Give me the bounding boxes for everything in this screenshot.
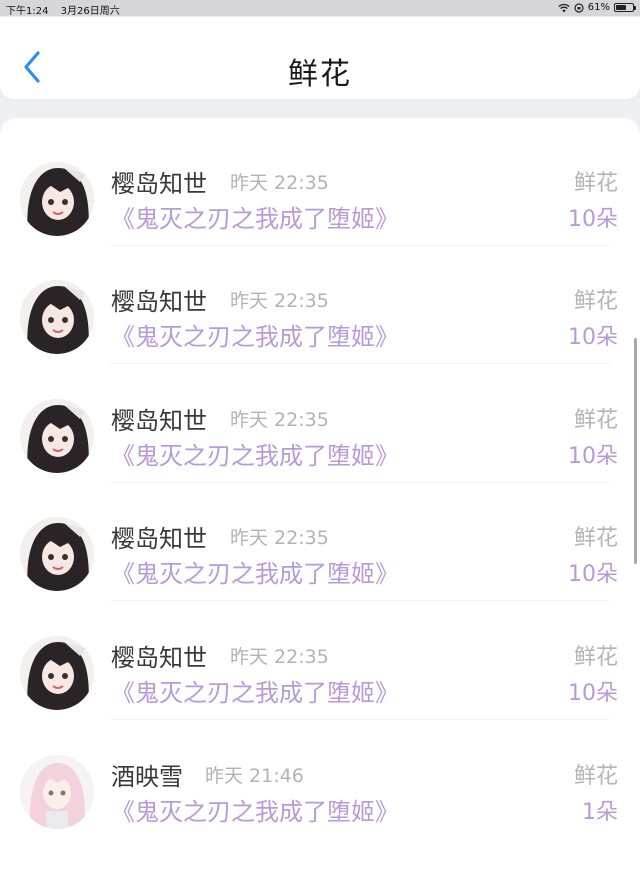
user-name: 樱岛知世: [111, 288, 207, 316]
user-name: 樱岛知世: [111, 525, 207, 553]
gift-count: 10朵: [568, 681, 618, 706]
list-item[interactable]: 樱岛知世 昨天 22:35 《鬼灭之刃之我成了堕姬》 鲜花 10朵: [0, 483, 640, 601]
divider: [110, 600, 610, 601]
list-item[interactable]: 樱岛知世 昨天 22:35 《鬼灭之刃之我成了堕姬》 鲜花 10朵: [0, 365, 640, 483]
timestamp: 昨天 22:35: [230, 527, 329, 549]
book-title: 《鬼灭之刃之我成了堕姬》: [111, 798, 399, 826]
gift-count: 1朵: [582, 800, 618, 825]
divider: [110, 719, 610, 720]
list-item[interactable]: 樱岛知世 昨天 22:35 《鬼灭之刃之我成了堕姬》 鲜花 10朵: [0, 128, 640, 246]
gift-type: 鲜花: [573, 408, 618, 433]
timestamp: 昨天 21:46: [205, 765, 304, 787]
orientation-lock-icon: [574, 2, 584, 13]
battery-icon: [614, 3, 636, 12]
book-title: 《鬼灭之刃之我成了堕姬》: [111, 679, 399, 707]
book-title: 《鬼灭之刃之我成了堕姬》: [111, 205, 399, 233]
avatar: [20, 636, 94, 710]
list-item[interactable]: 樱岛知世 昨天 22:35 《鬼灭之刃之我成了堕姬》 鲜花 10朵: [0, 602, 640, 720]
avatar: [20, 399, 94, 473]
divider: [110, 363, 610, 364]
status-date: 3月26日周六: [60, 6, 120, 17]
timestamp: 昨天 22:35: [230, 646, 329, 668]
timestamp: 昨天 22:35: [230, 290, 329, 312]
book-title: 《鬼灭之刃之我成了堕姬》: [111, 442, 399, 470]
list-item[interactable]: 樱岛知世 昨天 22:35 《鬼灭之刃之我成了堕姬》 鲜花 10朵: [0, 246, 640, 364]
avatar: [20, 755, 94, 829]
user-name: 樱岛知世: [111, 407, 207, 435]
gift-count: 10朵: [568, 325, 618, 350]
gift-type: 鲜花: [573, 764, 618, 789]
status-time: 下午1:24: [6, 6, 49, 17]
navigation-bar: 鲜花: [0, 17, 640, 99]
avatar: [20, 517, 94, 591]
scrollbar[interactable]: [634, 338, 637, 564]
book-title: 《鬼灭之刃之我成了堕姬》: [111, 560, 399, 588]
list-item[interactable]: 酒映雪 昨天 21:46 《鬼灭之刃之我成了堕姬》 鲜花 1朵: [0, 721, 640, 839]
gift-count: 10朵: [568, 444, 618, 469]
timestamp: 昨天 22:35: [230, 172, 329, 194]
wifi-icon: [558, 3, 570, 12]
user-name: 酒映雪: [111, 763, 183, 791]
gift-type: 鲜花: [573, 171, 618, 196]
page-title: 鲜花: [288, 57, 352, 92]
gift-type: 鲜花: [573, 645, 618, 670]
timestamp: 昨天 22:35: [230, 409, 329, 431]
user-name: 樱岛知世: [111, 644, 207, 672]
avatar: [20, 280, 94, 354]
avatar: [20, 162, 94, 236]
gift-count: 10朵: [568, 562, 618, 587]
gift-count: 10朵: [568, 207, 618, 232]
gift-type: 鲜花: [573, 526, 618, 551]
gift-record-list: 樱岛知世 昨天 22:35 《鬼灭之刃之我成了堕姬》 鲜花 10朵 樱岛知世 昨…: [0, 118, 640, 878]
battery-percent: 61%: [587, 2, 610, 13]
book-title: 《鬼灭之刃之我成了堕姬》: [111, 323, 399, 351]
status-bar: 下午1:24 3月26日周六 61%: [0, 0, 640, 17]
user-name: 樱岛知世: [111, 170, 207, 198]
gift-type: 鲜花: [573, 289, 618, 314]
